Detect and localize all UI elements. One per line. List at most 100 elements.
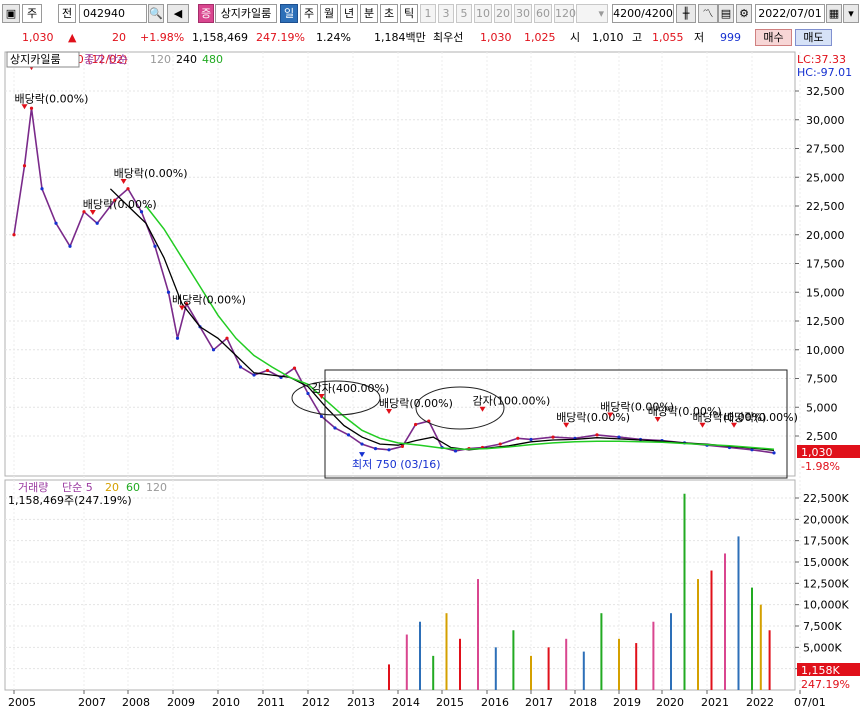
legend-vol-ma120: 120 (146, 481, 167, 494)
stock-name: 상지카일룸 (215, 4, 277, 23)
y-tick-label: 22,500K (803, 492, 849, 505)
volume-bar (419, 621, 421, 690)
chevron-down-icon[interactable]: ▾ (843, 4, 859, 23)
x-tick-label: 2020 (656, 696, 684, 709)
x-tick-label: 2005 (8, 696, 36, 709)
price-point (166, 290, 171, 294)
y-tick-label: 7,500K (803, 620, 842, 633)
y-tick-label: 10,000K (803, 599, 849, 612)
best-quote-label: 최우선 (433, 31, 464, 44)
volume-bar (459, 638, 461, 690)
open-label: 시 (570, 31, 581, 44)
save-icon[interactable]: ▤ (718, 4, 734, 23)
minute-option[interactable]: 10 (474, 4, 492, 23)
candle-icon[interactable]: ╫ (676, 4, 696, 23)
interval-dropdown[interactable]: ▾ (576, 4, 608, 23)
annotation-label: 배당락(0.00%) (379, 397, 453, 410)
price-change: 20 (112, 31, 126, 44)
minute-option[interactable]: 20 (494, 4, 512, 23)
buy-button[interactable]: 매수 (755, 29, 792, 46)
x-tick-label: 2014 (392, 696, 420, 709)
volume-bar (652, 621, 655, 690)
chart-line-icon[interactable]: 〽 (698, 4, 718, 23)
period-month-tab[interactable]: 월 (320, 4, 338, 23)
minute-option[interactable]: 120 (554, 4, 576, 23)
annotation-label: 배당락(0.00%) (15, 92, 89, 105)
legend-close: 종가 단순 (84, 53, 128, 66)
price-point (252, 373, 256, 377)
price-point (595, 433, 599, 437)
volume-bar (477, 579, 479, 690)
volume-bar (768, 630, 771, 690)
period-minute-tab[interactable]: 분 (360, 4, 378, 23)
x-tick-label: 2007 (78, 696, 106, 709)
chart-area[interactable]: 배당락(0.00%)최고 34,400 (12/02)배당락(0.00%)배당락… (0, 48, 862, 713)
toolbar: ▣ 주 전 042940 🔍 ◀ 증 상지카일룸 일 주 월 년 분 초 틱 1… (0, 0, 862, 29)
minute-option[interactable]: 3 (438, 4, 454, 23)
y-tick-label: 2,500 (806, 430, 838, 443)
volume-bar (759, 604, 762, 690)
period-week-tab[interactable]: 주 (300, 4, 318, 23)
annotation-label: 배당락(0.00%) (724, 411, 798, 424)
volume-badge-pct: 247.19% (801, 678, 850, 691)
period-year-tab[interactable]: 년 (340, 4, 358, 23)
price-point (126, 187, 130, 191)
annotation-label: 배당락(0.00%) (114, 167, 188, 180)
volume-bar (547, 647, 550, 690)
legend-vol-ma60: 60 (126, 481, 140, 494)
minute-option[interactable]: 1 (420, 4, 436, 23)
y-tick-label: 32,500 (806, 85, 845, 98)
search-icon[interactable]: 🔍 (148, 4, 164, 23)
minute-option[interactable]: 5 (456, 4, 472, 23)
period-type-select[interactable]: 주 (22, 4, 42, 23)
price-point (40, 187, 44, 191)
x-tick-label: 2008 (122, 696, 150, 709)
y-tick-label: 17,500K (803, 535, 849, 548)
volume-bar (724, 553, 726, 690)
price-point (400, 444, 404, 448)
speaker-icon[interactable]: ◀ (167, 4, 189, 23)
period-day-tab[interactable]: 일 (280, 4, 298, 23)
x-tick-label: 2010 (212, 696, 240, 709)
y-tick-label: 10,000 (806, 344, 845, 357)
y-tick-label: 5,000K (803, 641, 842, 654)
volume-bar (582, 651, 585, 690)
calendar-icon[interactable]: ▦ (826, 4, 842, 23)
volume-bar (683, 493, 686, 690)
volume-bar (512, 630, 515, 690)
y-tick-label: 15,000K (803, 556, 849, 569)
minute-option[interactable]: 30 (514, 4, 532, 23)
turnover: 1.24% (316, 31, 351, 44)
prev-button[interactable]: 전 (58, 4, 76, 23)
y-tick-label: 25,000 (806, 171, 845, 184)
price-point (551, 435, 555, 439)
low-label: 저 (694, 31, 705, 44)
period-second-tab[interactable]: 초 (380, 4, 398, 23)
price-point (453, 449, 458, 453)
sell-button[interactable]: 매도 (795, 29, 832, 46)
price-point (360, 442, 364, 446)
stock-code-input[interactable]: 042940 (79, 4, 147, 23)
period-tick-tab[interactable]: 틱 (400, 4, 418, 23)
minute-option[interactable]: 60 (534, 4, 552, 23)
x-tick-label: 2019 (613, 696, 641, 709)
high-price: 1,055 (652, 31, 684, 44)
y-tick-label: 22,500 (806, 200, 845, 213)
x-tick-label: 2009 (167, 696, 195, 709)
up-arrow-icon: ▲ (68, 31, 77, 44)
y-tick-label: 30,000 (806, 114, 845, 127)
price-point (387, 448, 391, 452)
volume-subtitle: 1,158,469주(247.19%) (8, 494, 132, 507)
stock-badge: 증 (198, 4, 214, 23)
volume-bar (565, 638, 568, 690)
x-tick-label: 2018 (569, 696, 597, 709)
gear-icon[interactable]: ⚙ (736, 4, 752, 23)
price-point (22, 164, 27, 168)
price-point (333, 426, 337, 430)
info-bar: 1,030 ▲ 20 +1.98% 1,158,469 247.19% 1.24… (0, 28, 862, 49)
y-tick-label: 7,500 (806, 373, 838, 386)
chart-menu-icon[interactable]: ▣ (2, 4, 20, 23)
date-field[interactable]: 2022/07/01 (755, 4, 825, 23)
price-point (306, 391, 310, 396)
legend-ma480: 480 (202, 53, 223, 66)
